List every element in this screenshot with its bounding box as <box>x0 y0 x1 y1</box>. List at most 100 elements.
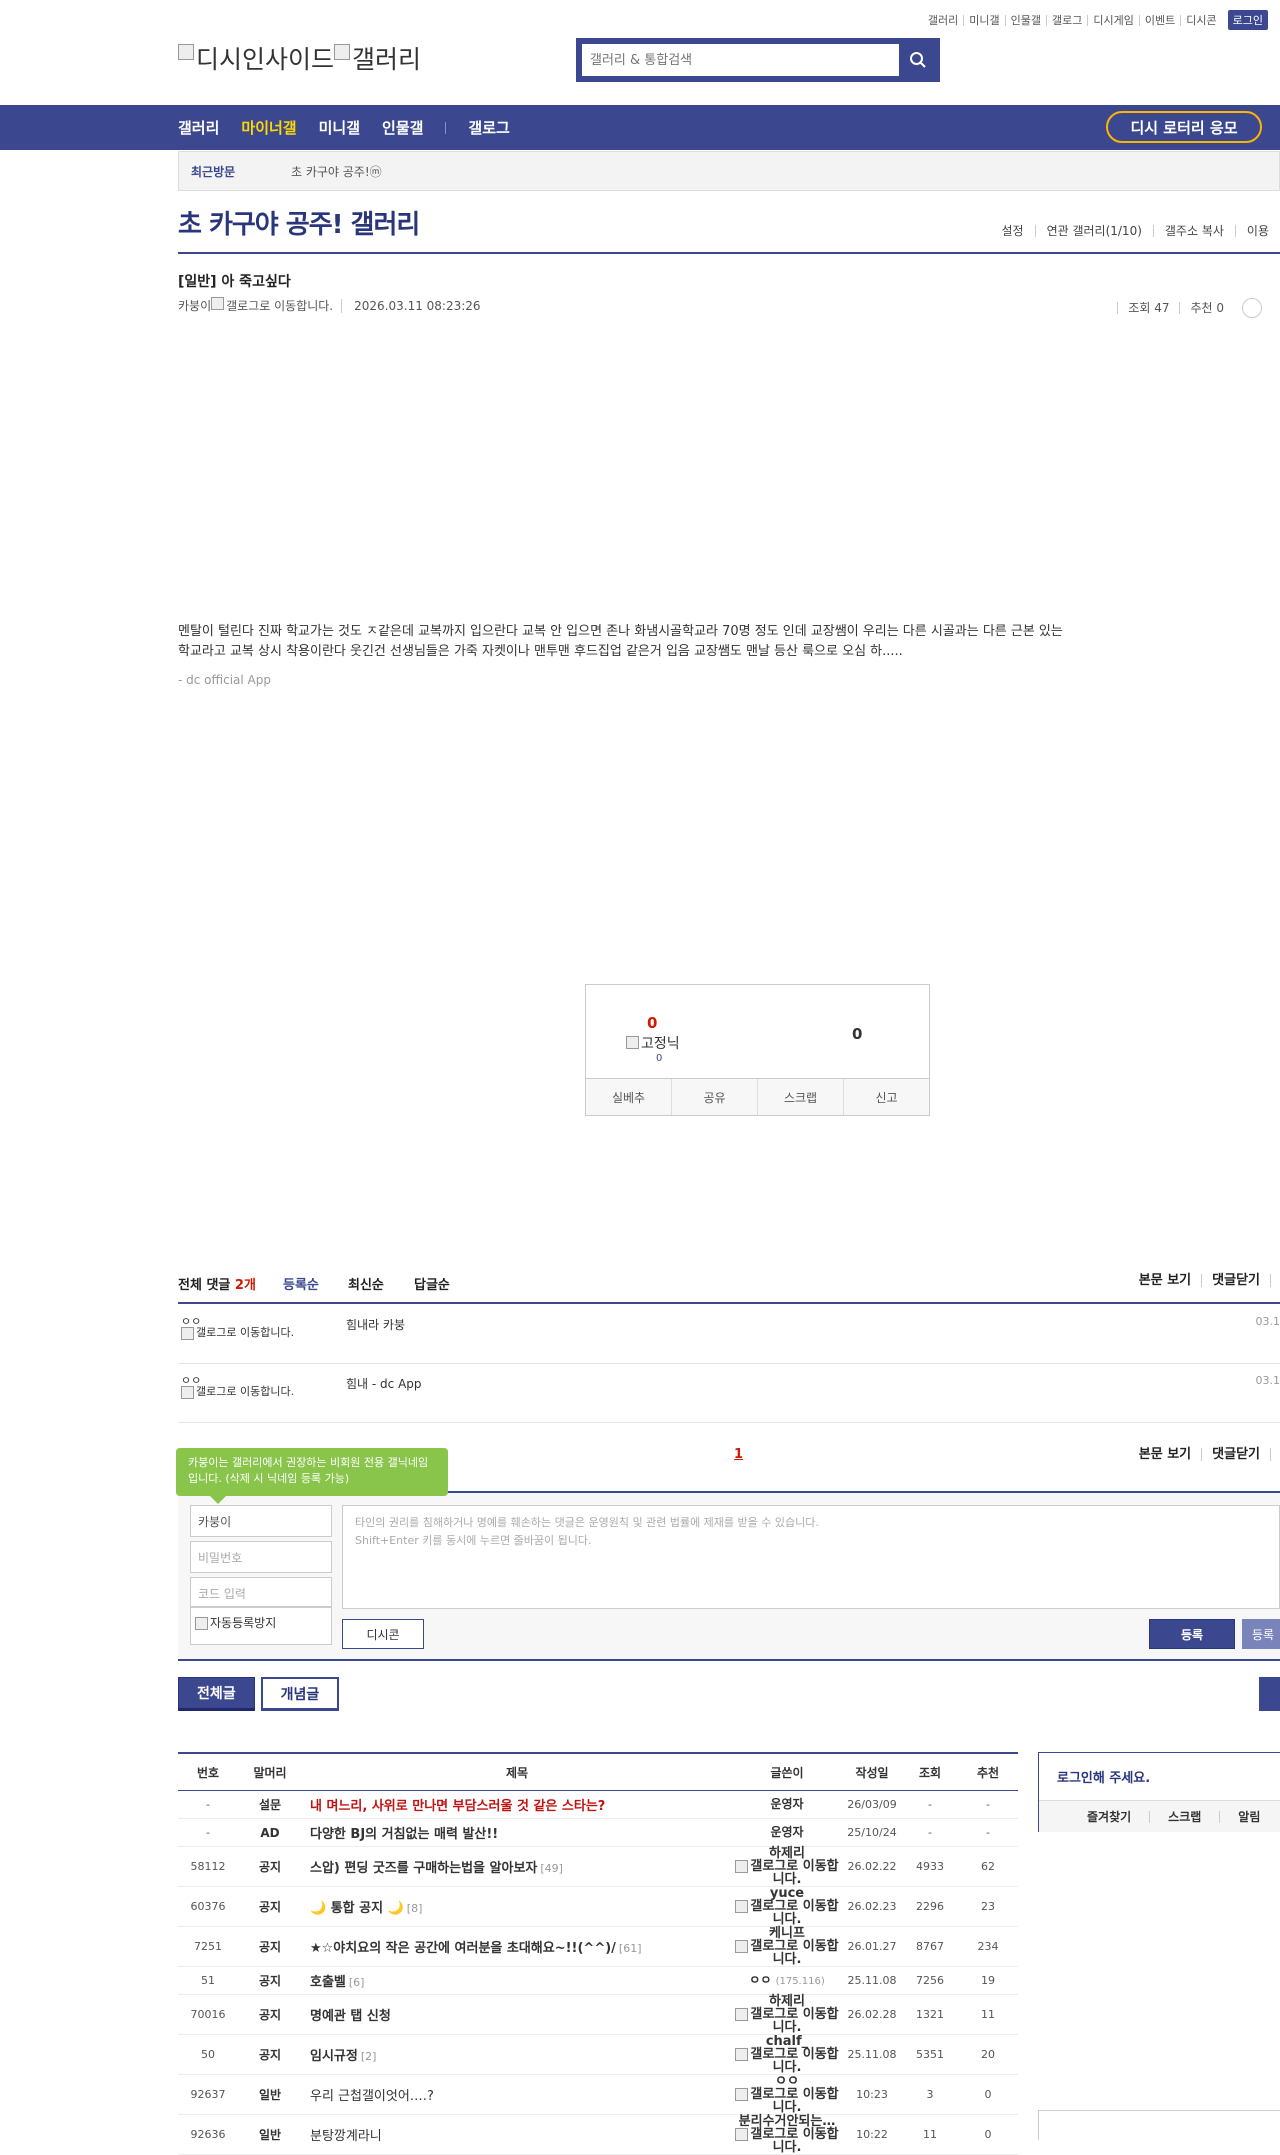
related-galleries[interactable]: 연관 갤러리(1/10) <box>1035 225 1153 237</box>
table-row[interactable]: 50공지임시규정[2]chalf_갤로그로 이동합니다.25.11.085351… <box>178 2035 1018 2075</box>
report-button[interactable]: 신고 <box>843 1079 929 1115</box>
row-gallog[interactable]: 갤로그로 이동합니다. <box>732 1860 842 1886</box>
row-subject-text[interactable]: 🌙 통합 공지 🌙 <box>310 1901 404 1916</box>
recommend-down-count[interactable]: 0 <box>852 1025 862 1043</box>
nav-minor-gallery[interactable]: 마이너갤 <box>241 117 296 138</box>
table-row[interactable]: 70016공지명예관 탭 신청하제리갤로그로 이동합니다.26.02.28132… <box>178 1995 1018 2035</box>
top-link-game[interactable]: 디시게임 <box>1087 15 1138 26</box>
row-writer-name[interactable]: 운영자 <box>770 1825 803 1839</box>
row-subject[interactable]: 🌙 통합 공지 🌙[8] <box>302 1887 732 1927</box>
row-reply-count[interactable]: [6] <box>349 1976 365 1989</box>
row-gallog[interactable]: 갤로그로 이동합니다. <box>732 1900 842 1926</box>
row-gallog[interactable]: 갤로그로 이동합니다. <box>732 2128 842 2154</box>
comment-gallog[interactable]: 갤로그로 이동합니다. <box>181 1326 311 1340</box>
row-subject-text[interactable]: 명예관 탭 신청 <box>310 2009 391 2024</box>
row-reply-count[interactable]: [2] <box>361 2050 377 2063</box>
sort-registered[interactable]: 등록순 <box>283 1274 319 1293</box>
row-reply-count[interactable]: [61] <box>619 1942 642 1955</box>
notification-link[interactable]: 알림 <box>1219 1811 1278 1823</box>
row-subject[interactable]: 임시규정[2] <box>302 2035 732 2075</box>
row-subject[interactable]: 명예관 탭 신청 <box>302 1995 732 2035</box>
scrap-button[interactable]: 스크랩 <box>757 1079 843 1115</box>
comment-textarea[interactable]: 타인의 권리를 침해하거나 명예를 훼손하는 댓글은 운영원칙 및 관련 법률에… <box>342 1505 1280 1609</box>
row-writer[interactable]: 분리수거안되는…갤로그로 이동합니다. <box>732 2115 842 2155</box>
row-subject-text[interactable]: 임시규정 <box>310 2049 358 2064</box>
table-row[interactable]: 92637일반우리 근첩갤이엇어….?ㅇㅇ갤로그로 이동합니다.10:2330 <box>178 2075 1018 2115</box>
table-row[interactable]: 58112공지스압) 편딩 굿즈를 구매하는법을 알아보자[49]하제리갤로그로… <box>178 1847 1018 1887</box>
row-writer[interactable]: 하제리갤로그로 이동합니다. <box>732 1995 842 2035</box>
dccon-button[interactable]: 디시콘 <box>342 1619 424 1649</box>
table-row[interactable]: 60376공지🌙 통합 공지 🌙[8]yuce갤로그로 이동합니다.26.02.… <box>178 1887 1018 1927</box>
row-subject[interactable]: 분탕깡계라니 <box>302 2115 732 2155</box>
gallery-title[interactable]: 초 카구야 공주! 갤러리 <box>178 204 419 241</box>
recent-item[interactable]: 초 카구야 공주!ⓜ <box>291 163 382 180</box>
top-link-gallog[interactable]: 갤로그 <box>1046 15 1087 26</box>
captcha-code-field[interactable]: 코드 입력 <box>190 1577 332 1607</box>
comment-page-1[interactable]: 1 <box>734 1447 743 1462</box>
row-writer[interactable]: yuce갤로그로 이동합니다. <box>732 1887 842 1927</box>
row-subject[interactable]: 다양한 BJ의 거침없는 매력 발산!! <box>302 1819 732 1847</box>
row-subject-text[interactable]: 스압) 편딩 굿즈를 구매하는법을 알아보자 <box>310 1861 537 1876</box>
top-link-dccon[interactable]: 디시콘 <box>1180 15 1221 26</box>
gallog-icon[interactable] <box>211 297 224 310</box>
copy-gallery-url[interactable]: 갤주소 복사 <box>1153 225 1235 237</box>
write-post-button[interactable] <box>1259 1677 1280 1711</box>
sort-replies[interactable]: 답글순 <box>414 1274 450 1293</box>
row-subject-text[interactable]: 분탕깡계라니 <box>310 2129 382 2144</box>
share-button[interactable]: 공유 <box>671 1079 757 1115</box>
table-row[interactable]: 51공지호출벨[6]ㅇㅇ (175.116)25.11.08725619 <box>178 1967 1018 1995</box>
sort-latest[interactable]: 최신순 <box>348 1274 384 1293</box>
row-writer[interactable]: ㅇㅇ갤로그로 이동합니다. <box>732 2075 842 2115</box>
row-writer[interactable]: 하제리갤로그로 이동합니다. <box>732 1847 842 1887</box>
row-subject[interactable]: 호출벨[6] <box>302 1967 732 1995</box>
row-gallog[interactable]: 갤로그로 이동합니다. <box>732 2048 842 2074</box>
login-prompt[interactable]: 로그인해 주세요. <box>1057 1767 1150 1786</box>
gallery-settings[interactable]: 설정 <box>990 225 1034 237</box>
nickname-field[interactable]: 카붕이 <box>190 1505 332 1537</box>
row-gallog[interactable]: 갤로그로 이동합니다. <box>732 2088 842 2114</box>
row-reply-count[interactable]: [8] <box>407 1902 423 1915</box>
row-gallog[interactable]: 갤로그로 이동합니다. <box>732 1940 842 1966</box>
scrap-link[interactable]: 스크랩 <box>1149 1811 1219 1823</box>
row-writer[interactable]: ㅇㅇ (175.116) <box>732 1967 842 1995</box>
search-button[interactable] <box>899 41 937 79</box>
row-subject-text[interactable]: ★☆야치요의 작은 공간에 여러분을 초대해요~!!(^^)/ <box>310 1941 616 1956</box>
row-subject[interactable]: ★☆야치요의 작은 공간에 여러분을 초대해요~!!(^^)/[61] <box>302 1927 732 1967</box>
row-writer[interactable]: 운영자 <box>732 1791 842 1819</box>
row-subject-text[interactable]: 호출벨 <box>310 1975 346 1990</box>
gallog-link[interactable]: 갤로그로 이동합니다. <box>226 297 333 314</box>
top-link-gallery[interactable]: 갤러리 <box>923 15 963 26</box>
tab-concept-posts[interactable]: 개념글 <box>261 1677 340 1711</box>
nav-person-gallery[interactable]: 인물갤 <box>382 117 423 138</box>
row-subject[interactable]: 내 며느리, 사위로 만나면 부담스러울 것 같은 스타는? <box>302 1791 732 1819</box>
row-writer-name[interactable]: ㅇㅇ <box>749 1973 771 1987</box>
row-subject-text[interactable]: 내 며느리, 사위로 만나면 부담스러울 것 같은 스타는? <box>310 1799 605 1814</box>
nav-gallog[interactable]: 갤로그 <box>468 117 509 138</box>
row-writer[interactable]: 운영자 <box>732 1819 842 1847</box>
row-gallog[interactable]: 갤로그로 이동합니다. <box>732 2008 842 2034</box>
row-subject[interactable]: 우리 근첩갤이엇어….? <box>302 2075 732 2115</box>
view-body-button[interactable]: 본문 보기 <box>1129 1274 1201 1287</box>
recommend-up-count[interactable]: 0 <box>647 1014 657 1032</box>
submit-comment-button[interactable]: 등록 <box>1149 1619 1235 1649</box>
nav-mini-gallery[interactable]: 미니갤 <box>319 117 360 138</box>
gallery-usage[interactable]: 이용 <box>1235 225 1280 237</box>
table-row[interactable]: 92636일반분탕깡계라니분리수거안되는…갤로그로 이동합니다.10:22110 <box>178 2115 1018 2155</box>
top-link-person[interactable]: 인물갤 <box>1005 15 1046 26</box>
search-input[interactable] <box>582 44 899 76</box>
table-row[interactable]: 7251공지★☆야치요의 작은 공간에 여러분을 초대해요~!!(^^)/[61… <box>178 1927 1018 1967</box>
close-comments-button-bottom[interactable]: 댓글닫기 <box>1201 1448 1270 1461</box>
nav-gallery[interactable]: 갤러리 <box>178 117 219 138</box>
row-subject[interactable]: 스압) 편딩 굿즈를 구매하는법을 알아보자[49] <box>302 1847 732 1887</box>
more-icon[interactable] <box>1242 298 1262 318</box>
password-field[interactable]: 비밀번호 <box>190 1541 332 1573</box>
top-link-minigal[interactable]: 미니갤 <box>963 15 1004 26</box>
row-subject-text[interactable]: 다양한 BJ의 거침없는 매력 발산!! <box>310 1827 498 1842</box>
site-logo[interactable]: 디시인사이드갤러리 <box>178 40 421 76</box>
close-comments-button[interactable]: 댓글닫기 <box>1201 1274 1270 1287</box>
login-button[interactable]: 로그인 <box>1228 10 1268 30</box>
submit-recommend-button[interactable]: 등록 <box>1242 1619 1280 1649</box>
tab-all-posts[interactable]: 전체글 <box>178 1677 255 1711</box>
table-row[interactable]: -설문내 며느리, 사위로 만나면 부담스러울 것 같은 스타는?운영자26/0… <box>178 1791 1018 1819</box>
row-writer-name[interactable]: 운영자 <box>770 1797 803 1811</box>
